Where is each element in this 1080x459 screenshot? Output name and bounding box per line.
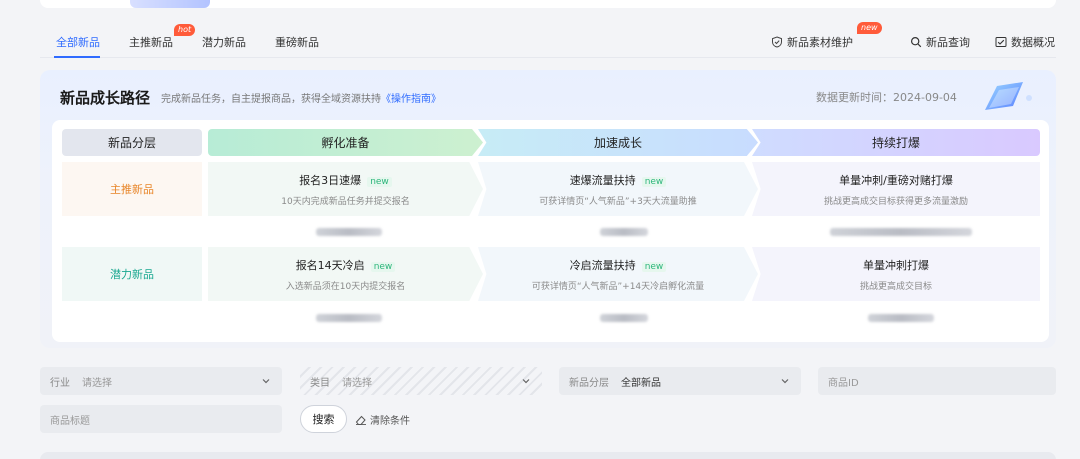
header-stage-accelerate: 加速成长	[478, 129, 758, 156]
tab-heavy-new[interactable]: 重磅新品	[275, 34, 319, 50]
results-section-edge	[40, 452, 1056, 459]
material-maintenance-button[interactable]: 新品素材维护	[771, 34, 853, 50]
shield-check-icon	[772, 36, 782, 48]
new-tag: new	[641, 261, 667, 272]
industry-select[interactable]: 行业 请选择	[40, 367, 282, 395]
active-tab-indicator	[54, 56, 100, 58]
category-label: 类目	[310, 377, 330, 389]
blurred-status	[316, 228, 382, 236]
header-stage-incubation: 孵化准备	[208, 129, 483, 156]
layer-value: 全部新品	[621, 377, 661, 389]
panel-title: 新品成长路径	[60, 89, 151, 107]
product-query-label: 新品查询	[926, 36, 970, 49]
new-tag: new	[367, 176, 392, 187]
step-title: 报名3日速爆	[299, 173, 362, 187]
step-card[interactable]: 单量冲刺打爆 挑战更高成交目标	[752, 247, 1040, 301]
new-tag: new	[370, 261, 396, 272]
growth-illustration-icon	[985, 82, 1032, 110]
header-layer: 新品分层	[62, 129, 202, 156]
tab-bar: 全部新品 主推新品 hot 潜力新品 重磅新品 新品素材维护 new 新品查询 …	[40, 22, 1056, 58]
new-tag: new	[641, 176, 667, 187]
tab-main-new[interactable]: 主推新品	[129, 34, 173, 50]
eraser-icon	[355, 415, 366, 425]
clear-conditions-button[interactable]: 清除条件	[355, 412, 410, 427]
chevron-down-icon	[781, 379, 789, 384]
tab-potential-new[interactable]: 潜力新品	[202, 34, 246, 50]
blurred-status	[600, 228, 648, 236]
step-card[interactable]: 报名3日速爆 new 10天内完成新品任务并提交报名	[208, 162, 483, 216]
chevron-down-icon	[262, 379, 270, 384]
industry-value: 请选择	[82, 377, 112, 389]
growth-path-panel: 新品成长路径 完成新品任务，自主提报商品，获得全域资源扶持《操作指南》 数据更新…	[40, 70, 1056, 348]
product-id-placeholder: 商品ID	[828, 377, 859, 389]
step-description: 可获详情页“人气新品”+14天冷启孵化流量	[531, 281, 705, 292]
growth-path-table: 新品分层 孵化准备 加速成长 持续打爆 主推新品 报名3日速爆 new 10天内完…	[52, 120, 1049, 342]
step-description: 挑战更高成交目标	[859, 281, 932, 292]
step-card[interactable]: 单量冲刺/重磅对赌打爆 挑战更高成交目标获得更多流量激励	[752, 162, 1040, 216]
banner-decoration	[130, 0, 210, 8]
step-title: 速爆流量扶持	[569, 173, 636, 187]
step-description: 入选新品须在10天内提交报名	[285, 281, 406, 292]
blurred-status	[868, 314, 934, 322]
category-select[interactable]: 类目 请选择	[300, 367, 542, 395]
panel-subtitle: 完成新品任务，自主提报商品，获得全域资源扶持《操作指南》	[161, 94, 441, 105]
step-card[interactable]: 速爆流量扶持 new 可获详情页“人气新品”+3天大流量助推	[478, 162, 758, 216]
clear-conditions-label: 清除条件	[370, 416, 410, 427]
chevron-down-icon	[522, 379, 530, 384]
step-card[interactable]: 报名14天冷启 new 入选新品须在10天内提交报名	[208, 247, 483, 301]
chart-box-icon	[995, 37, 1007, 47]
row-label-main-new: 主推新品	[62, 162, 202, 216]
step-description: 可获详情页“人气新品”+3天大流量助推	[539, 196, 697, 207]
blurred-status	[830, 228, 972, 236]
step-title: 单量冲刺打爆	[863, 258, 929, 272]
product-title-input[interactable]: 商品标题	[40, 405, 282, 433]
tab-all-new[interactable]: 全部新品	[56, 34, 100, 50]
blurred-status	[600, 314, 648, 322]
data-overview-button[interactable]: 数据概况	[995, 34, 1055, 50]
product-query-button[interactable]: 新品查询	[910, 34, 970, 50]
new-badge: new	[857, 22, 882, 34]
product-id-input[interactable]: 商品ID	[818, 367, 1056, 395]
header-stage-explode: 持续打爆	[752, 129, 1040, 156]
hot-badge: hot	[174, 24, 196, 36]
blurred-status	[316, 314, 382, 322]
layer-select[interactable]: 新品分层 全部新品	[559, 367, 801, 395]
step-title: 报名14天冷启	[295, 258, 365, 272]
step-title: 单量冲刺/重磅对赌打爆	[839, 173, 953, 187]
layer-label: 新品分层	[569, 377, 609, 389]
data-overview-label: 数据概况	[1011, 36, 1055, 49]
top-banner-edge	[40, 0, 1056, 8]
search-icon	[910, 36, 922, 48]
step-description: 挑战更高成交目标获得更多流量激励	[823, 196, 968, 207]
update-time: 数据更新时间：2024-09-04	[816, 91, 957, 104]
material-maintenance-label: 新品素材维护	[787, 36, 853, 49]
search-button[interactable]: 搜索	[300, 405, 347, 433]
step-card[interactable]: 冷启流量扶持 new 可获详情页“人气新品”+14天冷启孵化流量	[478, 247, 758, 301]
guide-link[interactable]: 《操作指南》	[381, 94, 441, 105]
row-label-potential-new: 潜力新品	[62, 247, 202, 301]
category-value: 请选择	[342, 377, 372, 389]
product-title-placeholder: 商品标题	[50, 415, 90, 427]
industry-label: 行业	[50, 377, 70, 389]
step-title: 冷启流量扶持	[569, 258, 636, 272]
step-description: 10天内完成新品任务并提交报名	[281, 196, 410, 207]
